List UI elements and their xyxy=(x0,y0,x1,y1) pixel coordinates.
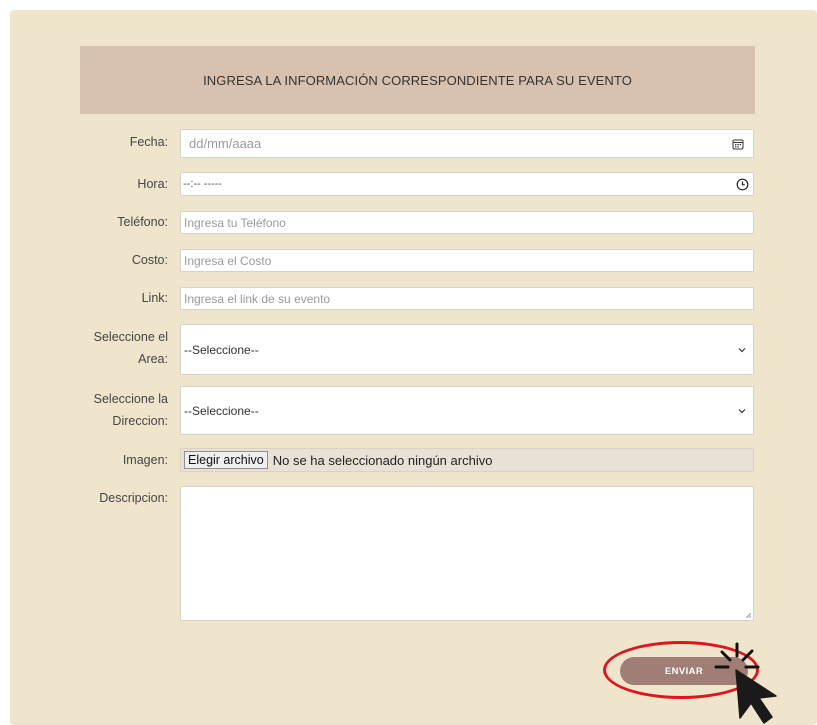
chevron-down-icon xyxy=(731,387,753,434)
costo-placeholder: Ingresa el Costo xyxy=(184,253,272,268)
submit-label: ENVIAR xyxy=(664,665,704,677)
direccion-select[interactable]: --Seleccione-- xyxy=(180,386,754,435)
hora-input[interactable]: --:-- ----- xyxy=(180,172,754,196)
link-input[interactable]: Ingresa el link de su evento xyxy=(180,287,754,310)
calendar-icon[interactable] xyxy=(723,130,753,157)
hora-placeholder: --:-- ----- xyxy=(183,178,223,190)
chevron-down-icon xyxy=(731,325,753,374)
descripcion-label: Descripcion: xyxy=(99,491,168,505)
area-label-line2: Area: xyxy=(138,352,168,366)
telefono-input[interactable]: Ingresa tu Teléfono xyxy=(180,211,754,234)
area-select[interactable]: --Seleccione-- xyxy=(180,324,754,375)
form-title: INGRESA LA INFORMACIÓN CORRESPONDIENTE P… xyxy=(203,72,632,88)
telefono-placeholder: Ingresa tu Teléfono xyxy=(184,215,286,230)
area-selected: --Seleccione-- xyxy=(184,342,259,357)
page: INGRESA LA INFORMACIÓN CORRESPONDIENTE P… xyxy=(0,0,817,725)
fecha-input[interactable]: dd/mm/aaaa xyxy=(180,129,754,158)
form-header: INGRESA LA INFORMACIÓN CORRESPONDIENTE P… xyxy=(80,46,755,114)
direccion-label: Seleccione la Direccion: xyxy=(94,388,168,432)
direccion-label-line2: Direccion: xyxy=(112,414,168,428)
fecha-placeholder: dd/mm/aaaa xyxy=(189,136,262,151)
direccion-selected: --Seleccione-- xyxy=(184,403,259,418)
area-label-line1: Seleccione el xyxy=(93,330,168,344)
imagen-file-input[interactable]: Elegir archivo No se ha seleccionado nin… xyxy=(180,448,754,472)
link-label: Link: xyxy=(141,291,168,305)
file-status: No se ha seleccionado ningún archivo xyxy=(272,452,493,468)
direccion-label-line1: Seleccione la xyxy=(93,392,168,406)
link-placeholder: Ingresa el link de su evento xyxy=(184,291,331,306)
clock-icon[interactable] xyxy=(731,173,753,195)
fecha-label: Fecha: xyxy=(129,135,168,149)
imagen-label: Imagen: xyxy=(122,453,168,467)
submit-button[interactable]: ENVIAR xyxy=(620,657,748,685)
costo-input[interactable]: Ingresa el Costo xyxy=(180,249,754,272)
hora-label: Hora: xyxy=(137,177,168,191)
costo-label: Costo: xyxy=(131,253,168,267)
choose-file-button[interactable]: Elegir archivo xyxy=(184,451,268,469)
descripcion-textarea[interactable] xyxy=(180,486,754,621)
resize-handle-icon[interactable] xyxy=(745,612,751,618)
area-label: Seleccione el Area: xyxy=(94,326,168,370)
telefono-label: Teléfono: xyxy=(117,215,168,229)
